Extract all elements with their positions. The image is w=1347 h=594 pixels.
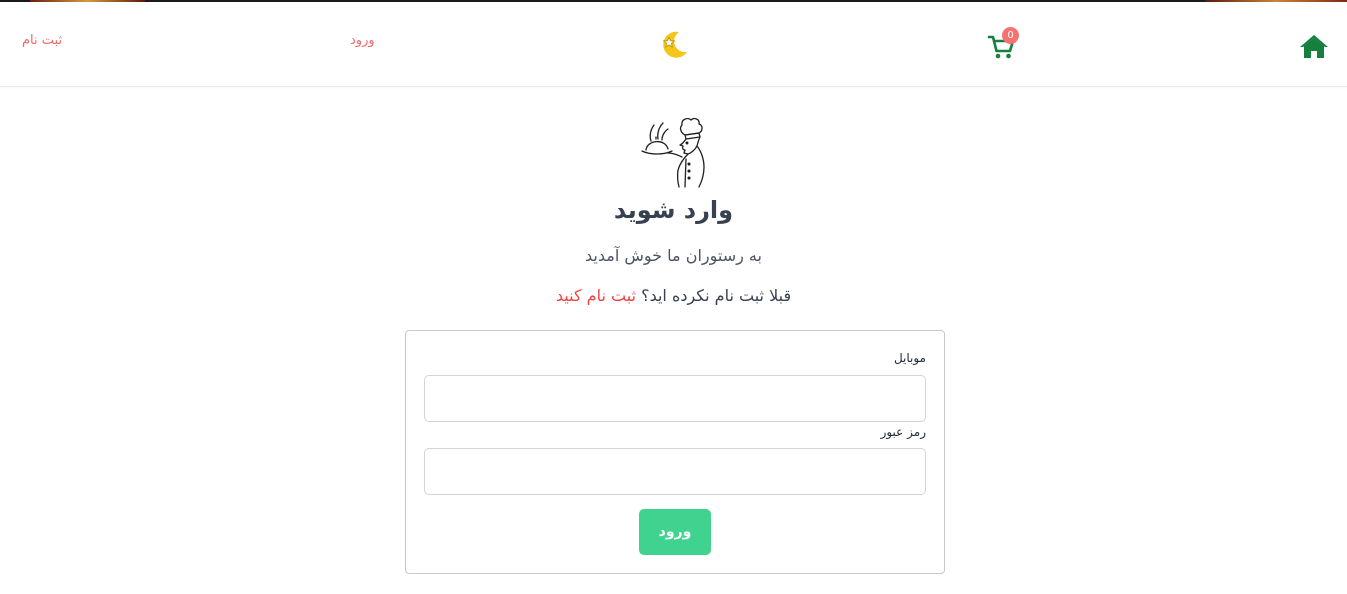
login-form-card: موبایل رمز عبور ورود (405, 330, 945, 574)
register-link[interactable]: ثبت نام کنید (556, 286, 636, 305)
login-submit-button[interactable]: ورود (639, 509, 711, 555)
mobile-label: موبایل (893, 351, 926, 365)
navbar: ثبت نام ورود 0 (0, 2, 1347, 87)
nav-login-link[interactable]: ورود (350, 33, 375, 48)
password-label: رمز عبور (880, 425, 926, 439)
nav-register-link[interactable]: ثبت نام (22, 33, 62, 48)
no-account-text: قبلا ثبت نام نکرده اید؟ (641, 286, 792, 305)
chef-icon (641, 117, 705, 188)
register-prompt: قبلا ثبت نام نکرده اید؟ ثبت نام کنید (0, 286, 1347, 305)
password-input[interactable] (424, 448, 926, 495)
moon-star-icon[interactable] (657, 28, 691, 62)
cart-count-badge: 0 (1002, 27, 1019, 44)
welcome-text: به رستوران ما خوش آمدید (585, 246, 762, 265)
home-icon[interactable] (1298, 32, 1330, 60)
mobile-input[interactable] (424, 375, 926, 422)
page-title: وارد شوید (613, 196, 734, 224)
